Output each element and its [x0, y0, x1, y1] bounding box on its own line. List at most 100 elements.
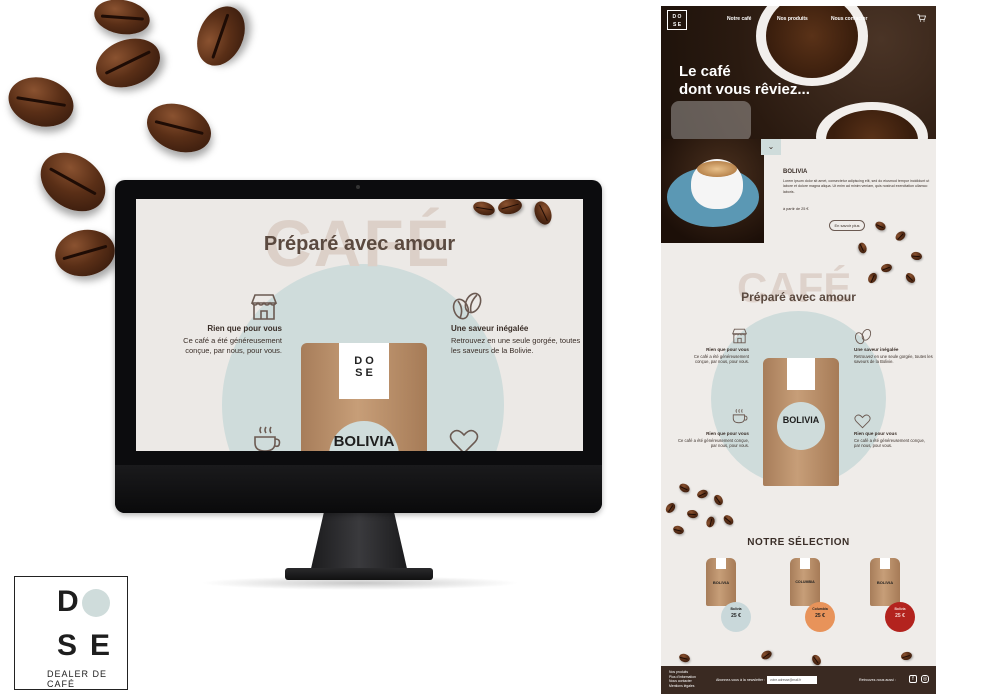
logo-line: D O: [672, 14, 682, 20]
product-name: COLUMBIA: [795, 580, 815, 584]
price-badge: Bolivia 25 €: [721, 602, 751, 632]
price-badge: Bolivia 25 €: [885, 602, 915, 632]
product-price: 25 €: [895, 613, 905, 620]
intro-title: BOLIVIA: [783, 169, 808, 175]
cart-icon[interactable]: [917, 14, 926, 22]
coffee-bean: [531, 199, 555, 228]
hero-section: D O S E Notre café Nos produits Nous con…: [661, 6, 936, 172]
logo-line: S E: [672, 22, 682, 28]
feature-text: Retrouvez en une seule gorgée, toutes le…: [451, 336, 581, 355]
intro-text: Lorem ipsum dolor sit amet, consectetur …: [783, 179, 930, 194]
scroll-down-button[interactable]: ⌄: [761, 139, 781, 155]
espresso-photo: [661, 139, 764, 243]
coffee-bean: [89, 30, 167, 96]
nav-link-nous-contacter[interactable]: Nous contacter: [831, 16, 867, 22]
product-card[interactable]: COLUMBIA Columbia 25 €: [785, 558, 835, 638]
glass-jar: [671, 101, 751, 141]
logo-tagline: DEALER DE CAFÉ: [47, 669, 108, 689]
feature-text: Ce café a été généreusement conçue, par …: [854, 438, 926, 449]
coffee-bean: [721, 513, 736, 527]
product-card[interactable]: BOLIVIA Bolivia 25 €: [701, 558, 751, 638]
feature-text: Retrouvez en une seule gorgée, toutes le…: [854, 354, 933, 365]
heart-icon: [854, 414, 871, 429]
coffee-bean: [759, 648, 774, 662]
section-heading: Préparé avec amour: [263, 233, 456, 255]
coffee-cup-icon: [254, 426, 281, 451]
product-card[interactable]: BOLIVIA Bolivia 25 €: [865, 558, 915, 638]
bag-name-circle: [777, 402, 825, 450]
logo-letter: S: [57, 629, 78, 662]
footer-link[interactable]: Mentions légales: [669, 684, 696, 689]
section-heading: Préparé avec amour: [741, 290, 856, 304]
feature-text: Ce café a été généreusement conçue, par …: [693, 354, 749, 365]
feature-1: Rien que pour vous Ce café a été généreu…: [166, 324, 282, 356]
coffee-bean: [880, 262, 893, 274]
site-logo[interactable]: D O S E: [667, 10, 687, 30]
coffee-bag: D O S E BOLIVIA: [301, 343, 427, 451]
badge-title: Bolivia: [730, 607, 742, 611]
monitor-chin: [115, 465, 602, 513]
feature-title: Rien que pour vous: [854, 431, 897, 436]
feature-title: Une saveur inégalée: [854, 347, 899, 352]
website-mockup: D O S E Notre café Nos produits Nous con…: [661, 6, 936, 694]
coffee-beans-icon: [855, 328, 872, 345]
brand-logo: D S E DEALER DE CAFÉ: [14, 576, 128, 690]
newsletter-label: Abonnez-vous à la newsletter :: [716, 678, 766, 682]
coffee-cup-icon: [732, 409, 748, 424]
product-price: 25 €: [815, 613, 825, 620]
logo-letter: D: [57, 585, 79, 618]
coffee-bean: [677, 652, 692, 664]
coffee-bean: [856, 241, 869, 255]
coffee-bean: [496, 199, 524, 216]
nav-link-nos-produits[interactable]: Nos produits: [777, 16, 808, 22]
learn-more-button[interactable]: En savoir plus: [829, 220, 865, 231]
feature-text: Ce café a été généreusement conçue, par …: [677, 438, 749, 449]
coffee-bean: [51, 225, 119, 281]
instagram-icon[interactable]: ◎: [921, 675, 929, 683]
coffee-bean: [866, 271, 879, 285]
presentation-canvas: CAFÉ Préparé avec amour Rien que pour vo…: [0, 0, 1000, 700]
product-price: 25 €: [731, 613, 741, 620]
bag-name: BOLIVIA: [333, 433, 395, 450]
coffee-bean: [671, 524, 686, 536]
top-nav: D O S E Notre café Nos produits Nous con…: [661, 6, 936, 32]
coffee-bean: [2, 70, 80, 134]
coffee-bean: [903, 271, 918, 285]
product-bag: COLUMBIA: [790, 558, 820, 606]
price-badge: Columbia 25 €: [805, 602, 835, 632]
coffee-beans-icon: [452, 292, 482, 320]
coffee-bean: [900, 651, 913, 661]
coffee-bag: BOLIVIA: [763, 358, 839, 486]
logo-letter: E: [90, 629, 111, 662]
webcam: [356, 185, 360, 189]
bag-logo-bottom: S E: [355, 367, 373, 380]
coffee-bean: [663, 501, 678, 515]
product-bag: BOLIVIA: [870, 558, 900, 606]
hero-title-line: Le café: [679, 63, 731, 80]
bag-label: [880, 558, 890, 569]
coffee-bean: [704, 515, 717, 529]
crema: [697, 161, 737, 177]
feature-text: Ce café a été généreusement conçue, par …: [183, 336, 282, 355]
intro-section: ⌄ BOLIVIA Lorem ipsum dolor sit amet, co…: [661, 139, 936, 243]
bag-logo-top: D O: [354, 355, 374, 367]
coffee-bean: [695, 488, 710, 500]
bag-label: [800, 558, 810, 569]
coffee-bean: [471, 199, 497, 218]
logo-circle: [82, 589, 110, 617]
newsletter-email-field[interactable]: votre.adresse@mail.fr: [767, 676, 817, 684]
shop-icon: [732, 328, 747, 344]
coffee-bean: [686, 509, 699, 519]
bag-label: [716, 558, 726, 569]
bag-label: [787, 358, 815, 390]
coffee-bean: [140, 95, 218, 161]
coffee-bean: [810, 653, 823, 667]
facebook-icon[interactable]: f: [909, 675, 917, 683]
nav-link-notre-cafe[interactable]: Notre café: [727, 16, 751, 22]
product-bag: BOLIVIA: [706, 558, 736, 606]
coffee-bean: [29, 140, 117, 224]
coffee-bean: [91, 0, 153, 39]
footer-links: Nos produits Plus d'information Nous con…: [669, 670, 696, 688]
selection-title: NOTRE SÉLECTION: [747, 537, 850, 548]
feature-2: Une saveur inégalée Retrouvez en une seu…: [451, 324, 581, 356]
